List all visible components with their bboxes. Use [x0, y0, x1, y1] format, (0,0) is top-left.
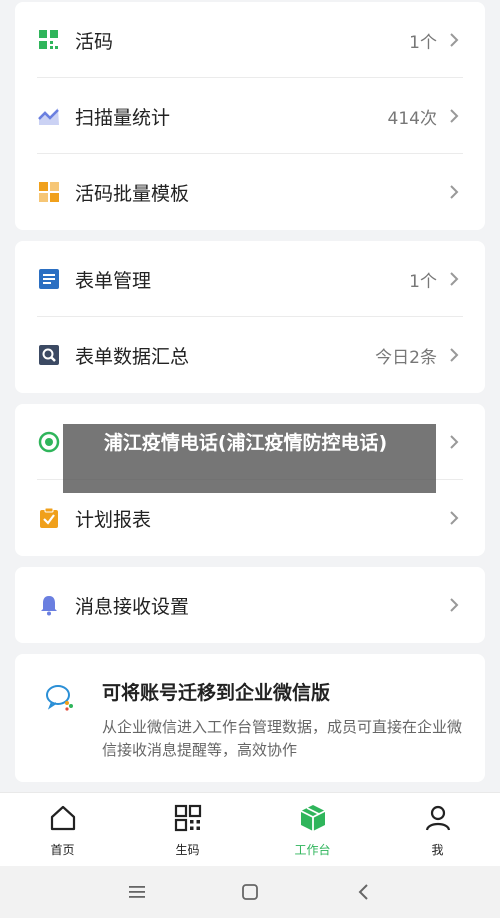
workbench-box-icon: [298, 803, 328, 833]
row-value: 1个: [409, 32, 437, 53]
menu-icon[interactable]: [125, 880, 149, 904]
chevron-right-icon: [447, 185, 461, 199]
promo-card[interactable]: 可将账号迁移到企业微信版 从企业微信进入工作台管理数据，成员可直接在企业微信接收…: [15, 654, 485, 782]
row-label: 活码: [75, 30, 114, 53]
qr-grid-icon: [173, 803, 203, 833]
row-scan-stats[interactable]: 扫描量统计 414次: [15, 78, 485, 154]
promo-description: 从企业微信进入工作台管理数据，成员可直接在企业微信接收消息提醒等，高效协作: [102, 718, 463, 759]
chevron-right-icon: [447, 511, 461, 525]
tab-label: 生码: [175, 843, 200, 857]
bottom-tab-bar: 首页 生码 工作台 我: [0, 792, 500, 866]
tab-generate[interactable]: 生码: [125, 793, 250, 866]
chevron-right-icon: [447, 33, 461, 47]
home-square-icon[interactable]: [238, 880, 262, 904]
row-notify-settings[interactable]: 消息接收设置: [15, 567, 485, 643]
row-value: 1个: [409, 271, 437, 292]
chevron-right-icon: [447, 348, 461, 362]
tab-label: 首页: [50, 843, 75, 857]
row-label: 表单数据汇总: [75, 345, 190, 368]
overlay-banner: 浦江疫情电话(浦江疫情防控电话): [63, 424, 436, 493]
search-doc-icon: [37, 343, 61, 367]
clipboard-check-icon: [37, 506, 61, 530]
target-icon: [37, 430, 61, 454]
chevron-right-icon: [447, 272, 461, 286]
bell-icon: [37, 593, 61, 617]
wecom-icon: [45, 682, 75, 712]
row-label: 扫描量统计: [75, 106, 171, 129]
row-live-code[interactable]: 活码 1个: [15, 2, 485, 78]
card-notify: 消息接收设置: [15, 567, 485, 643]
card-qrcode: 活码 1个 扫描量统计 414次 活码批量模板: [15, 2, 485, 230]
tab-me[interactable]: 我: [375, 793, 500, 866]
document-icon: [37, 267, 61, 291]
tab-home[interactable]: 首页: [0, 793, 125, 866]
template-icon: [37, 180, 61, 204]
chevron-right-icon: [447, 435, 461, 449]
system-nav-bar: [0, 866, 500, 918]
row-label: 活码批量模板: [75, 182, 190, 205]
home-icon: [48, 803, 78, 833]
row-form-summary[interactable]: 表单数据汇总 今日2条: [15, 317, 485, 393]
row-batch-template[interactable]: 活码批量模板: [15, 154, 485, 230]
row-value: 414次: [387, 108, 437, 129]
tab-workbench[interactable]: 工作台: [250, 793, 375, 866]
tab-label: 工作台: [294, 843, 331, 857]
tab-label: 我: [431, 843, 444, 857]
card-form: 表单管理 1个 表单数据汇总 今日2条: [15, 241, 485, 393]
user-icon: [423, 803, 453, 833]
row-label: 计划报表: [75, 508, 152, 531]
promo-title: 可将账号迁移到企业微信版: [102, 682, 331, 704]
row-form-manage[interactable]: 表单管理 1个: [15, 241, 485, 317]
row-value: 今日2条: [375, 347, 437, 368]
back-icon[interactable]: [351, 880, 375, 904]
trend-chart-icon: [37, 104, 61, 128]
row-label: 表单管理: [75, 269, 152, 292]
chevron-right-icon: [447, 109, 461, 123]
grid-icon: [37, 28, 61, 52]
row-label: 消息接收设置: [75, 595, 190, 618]
chevron-right-icon: [447, 598, 461, 612]
